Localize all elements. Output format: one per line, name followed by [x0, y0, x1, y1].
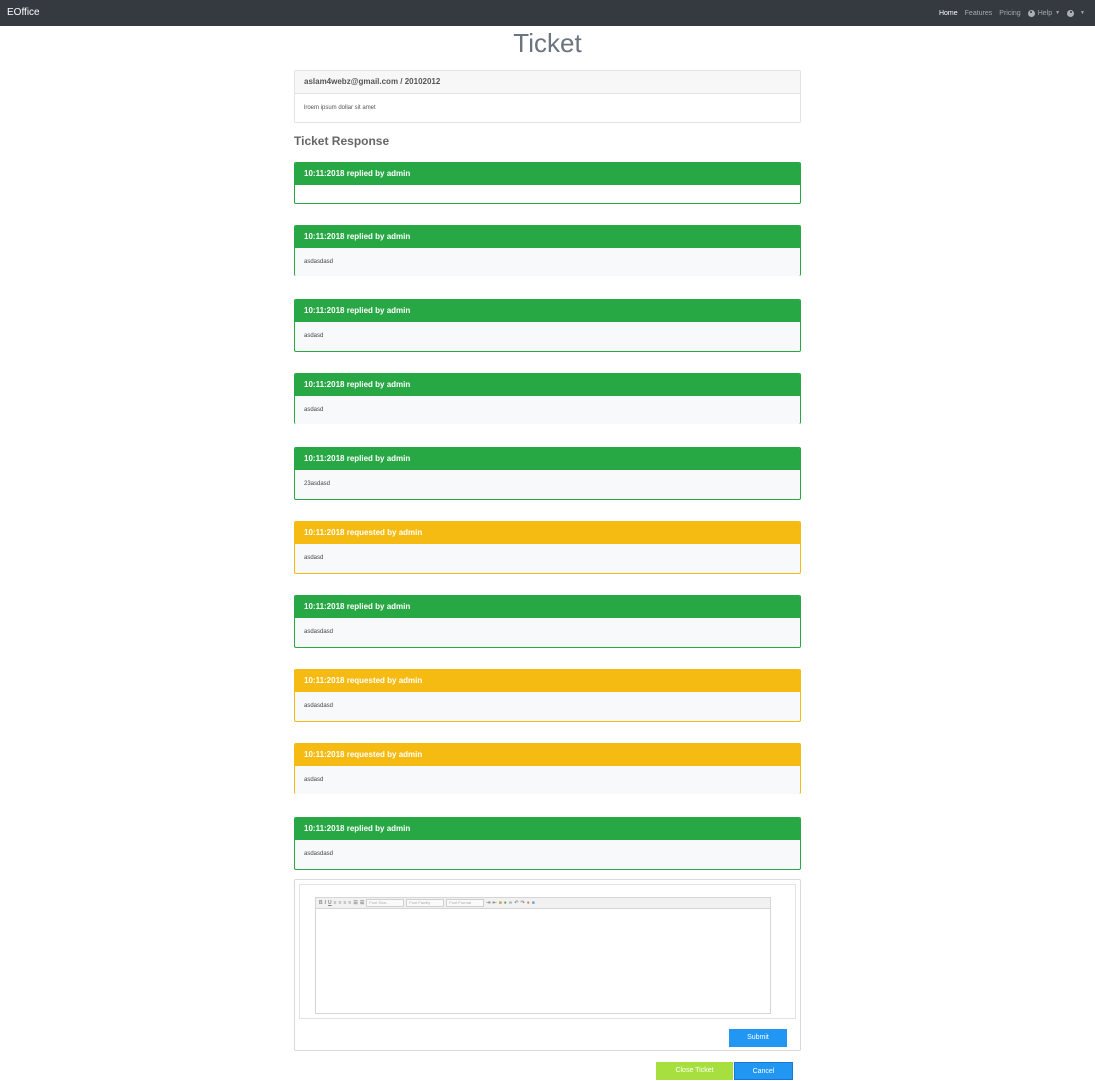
- response-body: [295, 185, 800, 203]
- source-icon[interactable]: ■: [532, 900, 535, 906]
- response-header: 10:11:2018 replied by admin: [295, 818, 800, 840]
- align-right-icon[interactable]: ≡: [343, 900, 346, 906]
- link-icon[interactable]: ●: [504, 900, 507, 906]
- response-card: 10:11:2018 replied by admin: [294, 162, 801, 204]
- image-icon[interactable]: ■: [499, 900, 502, 906]
- align-center-icon[interactable]: ≡: [339, 900, 342, 906]
- cancel-button[interactable]: Cancel: [734, 1062, 793, 1080]
- response-body: asdasd: [304, 407, 324, 413]
- align-left-icon[interactable]: ≡: [334, 900, 337, 906]
- undo-icon[interactable]: ↶: [514, 900, 518, 906]
- response-body: asdasdasd: [304, 259, 334, 265]
- response-header: 10:11:2018 replied by admin: [295, 374, 800, 396]
- response-header: 10:11:2018 replied by admin: [295, 226, 800, 248]
- ticket-card: aslam4webz@gmail.com / 20102012 lroem ip…: [294, 70, 801, 123]
- rich-text-editor: B I U ≡ ≡ ≡ ≡ ☰ ☰ Font Size... Font Fami…: [315, 897, 771, 1014]
- response-header: 10:11:2018 replied by admin: [295, 300, 800, 322]
- account-user-icon: [1067, 9, 1075, 17]
- response-body: asdasdasd: [304, 629, 334, 635]
- response-body: asdasdasd: [304, 851, 334, 857]
- nav-help-dropdown[interactable]: Help ▼: [1027, 9, 1061, 17]
- nav-features-link[interactable]: Features: [965, 10, 993, 17]
- font-size-select[interactable]: Font Size...: [366, 899, 405, 907]
- help-user-icon: [1027, 9, 1035, 17]
- response-header: 10:11:2018 requested by admin: [295, 744, 800, 766]
- bullet-list-icon[interactable]: ☰: [353, 900, 357, 906]
- chevron-down-icon: ▼: [1055, 10, 1061, 16]
- unlink-icon[interactable]: ∞: [509, 900, 513, 906]
- nav-account-dropdown[interactable]: ▼: [1067, 9, 1085, 17]
- nav-links: Home Features Pricing Help ▼ ▼: [932, 0, 1085, 26]
- help-label: Help: [1037, 9, 1053, 17]
- outdent-icon[interactable]: ⇤: [493, 900, 497, 906]
- response-card: 10:11:2018 replied by admin asdasd: [294, 299, 801, 352]
- response-header: 10:11:2018 requested by admin: [295, 522, 800, 544]
- response-header: 10:11:2018 requested by admin: [295, 670, 800, 692]
- response-card: 10:11:2018 requested by admin asdasd: [294, 743, 801, 794]
- color-icon[interactable]: ●: [527, 900, 530, 906]
- brand-logo[interactable]: EOffice: [7, 0, 40, 26]
- response-card: 10:11:2018 requested by admin asdasdasd: [294, 669, 801, 722]
- response-header: 10:11:2018 replied by admin: [295, 596, 800, 618]
- response-card: 10:11:2018 replied by admin asdasdasd: [294, 595, 801, 648]
- response-card: 10:11:2018 requested by admin asdasd: [294, 521, 801, 574]
- editor-container: B I U ≡ ≡ ≡ ≡ ☰ ☰ Font Size... Font Fami…: [299, 884, 796, 1019]
- top-navbar: EOffice Home Features Pricing Help ▼ ▼: [0, 0, 1095, 26]
- response-header: 10:11:2018 replied by admin: [295, 163, 800, 185]
- response-body: asdasd: [304, 555, 324, 561]
- response-card: 10:11:2018 replied by admin 23asdasd: [294, 447, 801, 500]
- font-format-select[interactable]: Font Format: [446, 899, 485, 907]
- editor-text-area[interactable]: [316, 909, 770, 1013]
- response-body: asdasd: [304, 777, 324, 783]
- ticket-response-title: Ticket Response: [294, 134, 390, 148]
- reply-panel: B I U ≡ ≡ ≡ ≡ ☰ ☰ Font Size... Font Fami…: [294, 879, 801, 1051]
- nav-pricing-link[interactable]: Pricing: [999, 10, 1020, 17]
- justify-icon[interactable]: ≡: [348, 900, 351, 906]
- nav-home-link[interactable]: Home: [939, 10, 958, 17]
- chevron-down-icon: ▼: [1080, 10, 1085, 16]
- bold-button[interactable]: B: [319, 900, 323, 906]
- redo-icon[interactable]: ↷: [521, 900, 525, 906]
- page-title: Ticket: [513, 28, 582, 58]
- response-body: 23asdasd: [304, 481, 331, 487]
- ticket-body: lroem ipsum dollar sit amet: [304, 105, 376, 111]
- underline-button[interactable]: U: [328, 900, 332, 906]
- close-ticket-button[interactable]: Close Ticket: [656, 1062, 733, 1080]
- font-family-select[interactable]: Font Family: [406, 899, 445, 907]
- ticket-header: aslam4webz@gmail.com / 20102012: [295, 71, 800, 94]
- response-body: asdasdasd: [304, 703, 334, 709]
- response-card: 10:11:2018 replied by admin asdasdasd: [294, 817, 801, 870]
- response-card: 10:11:2018 replied by admin asdasd: [294, 373, 801, 424]
- response-header: 10:11:2018 replied by admin: [295, 448, 800, 470]
- response-card: 10:11:2018 replied by admin asdasdasd: [294, 225, 801, 276]
- response-body: asdasd: [304, 333, 324, 339]
- indent-icon[interactable]: ⇥: [486, 900, 490, 906]
- italic-button[interactable]: I: [325, 900, 326, 906]
- numbered-list-icon[interactable]: ☰: [360, 900, 364, 906]
- editor-toolbar: B I U ≡ ≡ ≡ ≡ ☰ ☰ Font Size... Font Fami…: [316, 898, 770, 909]
- submit-button[interactable]: Submit: [729, 1029, 787, 1047]
